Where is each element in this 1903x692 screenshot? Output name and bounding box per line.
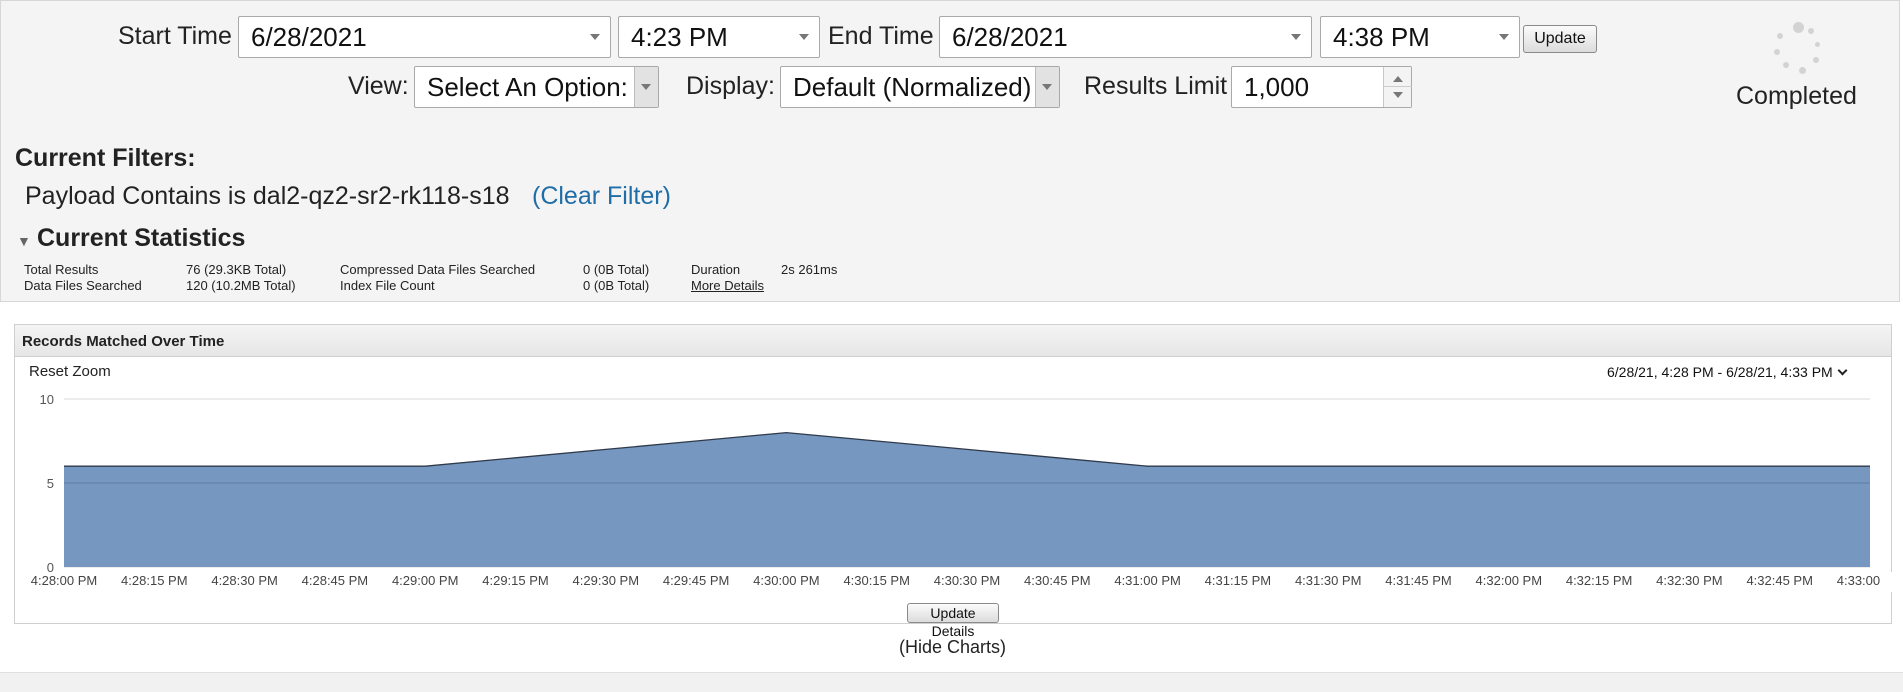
- hide-charts-link[interactable]: (Hide Charts): [899, 637, 1006, 658]
- x-tick-label: 4:28:00 PM: [31, 573, 98, 588]
- x-tick-label: 4:31:00 PM: [1114, 573, 1181, 588]
- x-tick-label: 4:32:30 PM: [1656, 573, 1723, 588]
- x-tick-label: 4:30:00 PM: [753, 573, 820, 588]
- y-tick-label: 10: [40, 392, 54, 407]
- x-tick-label: 4:32:00 PM: [1476, 573, 1543, 588]
- x-tick-label: 4:31:45 PM: [1385, 573, 1452, 588]
- x-tick-label: 4:29:45 PM: [663, 573, 730, 588]
- x-tick-label: 4:29:00 PM: [392, 573, 459, 588]
- label-clip: [1880, 572, 1903, 592]
- y-tick-label: 5: [47, 476, 54, 491]
- x-tick-label: 4:28:45 PM: [302, 573, 369, 588]
- x-tick-label: 4:29:15 PM: [482, 573, 549, 588]
- x-tick-label: 4:32:15 PM: [1566, 573, 1633, 588]
- update-details-button[interactable]: Update Details: [907, 603, 999, 639]
- x-tick-label: 4:28:15 PM: [121, 573, 188, 588]
- records-area-chart[interactable]: 05104:28:00 PM 4:28:15 PM 4:28:30 PM 4:28:4…: [0, 0, 1903, 692]
- series-area[interactable]: [64, 432, 1870, 567]
- x-tick-label: 4:29:30 PM: [573, 573, 640, 588]
- x-tick-label: 4:30:45 PM: [1024, 573, 1091, 588]
- bottom-bar: [0, 672, 1903, 692]
- x-tick-label: 4:31:15 PM: [1205, 573, 1272, 588]
- x-tick-label: 4:31:30 PM: [1295, 573, 1362, 588]
- x-tick-label: 4:30:30 PM: [934, 573, 1001, 588]
- x-tick-label: 4:28:30 PM: [211, 573, 278, 588]
- x-tick-label: 4:32:45 PM: [1746, 573, 1813, 588]
- x-tick-label: 4:30:15 PM: [843, 573, 910, 588]
